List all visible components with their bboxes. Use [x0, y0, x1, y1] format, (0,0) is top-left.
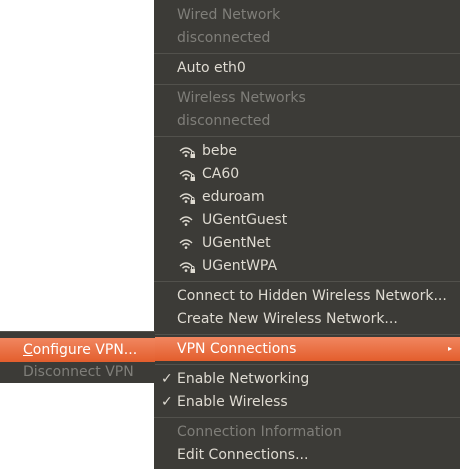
wireless-network-item[interactable]: UGentWPA — [154, 255, 460, 278]
wireless-network-label: UGentNet — [202, 235, 271, 251]
enable-wireless-label: Enable Wireless — [177, 394, 288, 410]
checkmark-icon: ✓ — [161, 394, 173, 410]
wifi-signal-secured-icon — [179, 193, 195, 204]
wireless-network-label: UGentWPA — [202, 258, 278, 274]
configure-vpn-label-rest: onfigure VPN... — [32, 342, 138, 358]
connection-information-label: Connection Information — [177, 424, 342, 440]
edit-connections-item[interactable]: Edit Connections... — [154, 444, 460, 467]
separator — [154, 281, 460, 282]
enable-networking-item[interactable]: ✓ Enable Networking — [154, 368, 460, 391]
connect-hidden-network-label: Connect to Hidden Wireless Network... — [177, 288, 447, 304]
separator — [154, 364, 460, 365]
create-new-network-label: Create New Wireless Network... — [177, 311, 398, 327]
wired-network-status: disconnected — [154, 27, 460, 50]
connection-information-item: Connection Information — [154, 421, 460, 444]
separator — [154, 417, 460, 418]
connect-hidden-network-item[interactable]: Connect to Hidden Wireless Network... — [154, 285, 460, 308]
separator — [154, 84, 460, 85]
wifi-signal-secured-icon — [179, 147, 195, 158]
wireless-network-item[interactable]: eduroam — [154, 186, 460, 209]
wifi-signal-secured-icon — [179, 262, 195, 273]
wired-network-title: Wired Network — [177, 7, 281, 23]
edit-connections-label: Edit Connections... — [177, 447, 309, 463]
screen: Wired Network disconnected Auto eth0 Wir… — [0, 0, 460, 469]
create-new-network-item[interactable]: Create New Wireless Network... — [154, 308, 460, 331]
checkmark-icon: ✓ — [161, 371, 173, 387]
wireless-network-item[interactable]: UGentGuest — [154, 209, 460, 232]
vpn-connections-item[interactable]: VPN Connections ▸ — [154, 337, 460, 361]
wired-connection-auto-eth0[interactable]: Auto eth0 — [154, 57, 460, 80]
separator — [154, 136, 460, 137]
separator — [154, 334, 460, 335]
wired-network-status-text: disconnected — [177, 30, 271, 46]
wired-network-header: Wired Network — [154, 4, 460, 27]
separator — [154, 53, 460, 54]
wireless-network-item[interactable]: bebe — [154, 140, 460, 163]
wifi-signal-icon — [179, 216, 193, 226]
wired-connection-label: Auto eth0 — [177, 60, 246, 76]
wireless-network-label: eduroam — [202, 189, 265, 205]
enable-wireless-item[interactable]: ✓ Enable Wireless — [154, 391, 460, 414]
wireless-networks-header: Wireless Networks — [154, 87, 460, 110]
disconnect-vpn-item: Disconnect VPN — [0, 361, 155, 384]
submenu-arrow-icon: ▸ — [447, 344, 452, 353]
configure-vpn-label: Configure VPN... — [23, 338, 137, 362]
wifi-signal-secured-icon — [179, 170, 195, 181]
mnemonic-letter: C — [23, 342, 33, 358]
wireless-network-label: bebe — [202, 143, 237, 159]
wireless-network-label: UGentGuest — [202, 212, 288, 228]
disconnect-vpn-label: Disconnect VPN — [23, 364, 134, 380]
configure-vpn-item[interactable]: Configure VPN... — [0, 338, 155, 362]
wireless-networks-status: disconnected — [154, 110, 460, 133]
wireless-networks-status-text: disconnected — [177, 113, 271, 129]
wireless-networks-title: Wireless Networks — [177, 90, 306, 106]
wireless-network-label: CA60 — [202, 166, 240, 182]
vpn-submenu: Configure VPN... Disconnect VPN — [0, 331, 155, 383]
wireless-network-item[interactable]: UGentNet — [154, 232, 460, 255]
wireless-network-item[interactable]: CA60 — [154, 163, 460, 186]
enable-networking-label: Enable Networking — [177, 371, 310, 387]
network-menu: Wired Network disconnected Auto eth0 Wir… — [154, 0, 460, 469]
vpn-connections-label: VPN Connections — [177, 341, 297, 357]
wifi-signal-icon — [179, 239, 193, 249]
